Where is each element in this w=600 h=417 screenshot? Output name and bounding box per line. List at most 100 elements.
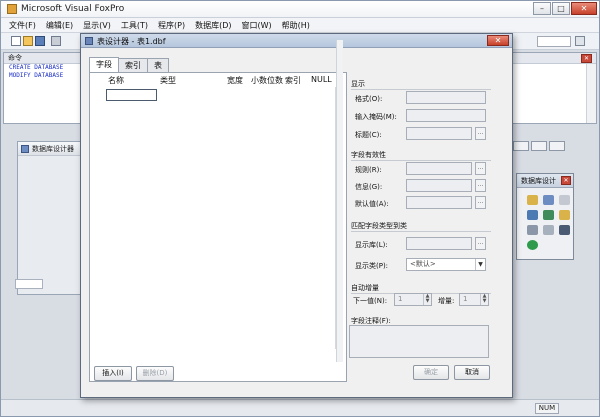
column-width: 宽度 xyxy=(227,76,243,85)
menu-window[interactable]: 窗口(W) xyxy=(241,18,271,32)
menu-help[interactable]: 帮助(H) xyxy=(282,18,310,32)
menu-view[interactable]: 显示(V) xyxy=(83,18,111,32)
dialog-title-bar: 表设计器 - 表1.dbf ✕ xyxy=(81,34,512,48)
step-field[interactable]: 1 ▲ ▼ xyxy=(459,293,489,306)
next-value-label: 下一值(N): xyxy=(353,297,388,305)
column-null: NULL xyxy=(311,75,332,84)
rule-builder-button[interactable]: … xyxy=(475,162,486,175)
insert-button[interactable]: 插入(I) xyxy=(94,366,132,381)
delete-button[interactable]: 删除(D) xyxy=(136,366,174,381)
tab-indexes[interactable]: 索引 xyxy=(118,58,148,72)
column-decimals: 小数位数 xyxy=(251,76,283,85)
field-name-input[interactable] xyxy=(106,89,157,101)
new-table-icon[interactable] xyxy=(527,195,538,205)
remote-view-icon[interactable] xyxy=(543,210,554,220)
autoinc-group-title: 自动增量 xyxy=(351,284,379,292)
next-value: 1 xyxy=(398,295,403,303)
display-library-label: 显示库(L): xyxy=(355,241,388,249)
command-scrollbar[interactable] xyxy=(586,64,596,123)
tab-table[interactable]: 表 xyxy=(147,58,169,72)
message-builder-button[interactable]: … xyxy=(475,179,486,192)
database-designer-label: 数据库设计器 xyxy=(32,145,74,153)
palette-title: 数据库设计 ✕ xyxy=(517,174,573,188)
rule-field[interactable] xyxy=(406,162,472,175)
palette-close-icon[interactable]: ✕ xyxy=(561,176,571,185)
dialog-close-button[interactable]: ✕ xyxy=(487,35,509,46)
chevron-down-icon[interactable]: ▼ xyxy=(475,259,485,270)
display-group-divider xyxy=(351,89,491,90)
toolbar-extra-icon[interactable] xyxy=(575,36,585,46)
default-label: 默认值(A): xyxy=(355,200,389,208)
format-label: 格式(O): xyxy=(355,95,383,103)
browse-table-icon[interactable] xyxy=(559,225,570,235)
designer-minimize-button[interactable] xyxy=(513,141,529,151)
dialog-scrollbar[interactable] xyxy=(336,40,343,362)
minimized-window[interactable] xyxy=(15,279,43,289)
step-label: 增量: xyxy=(438,297,455,305)
menu-edit[interactable]: 编辑(E) xyxy=(46,18,73,32)
menu-tools[interactable]: 工具(T) xyxy=(121,18,148,32)
table-icon xyxy=(85,37,93,45)
edit-view-icon[interactable] xyxy=(559,210,570,220)
remove-table-icon[interactable] xyxy=(559,195,570,205)
dialog-tabs: 字段 索引 表 xyxy=(89,57,169,73)
message-label: 信息(G): xyxy=(355,183,383,191)
designer-restore-button[interactable] xyxy=(531,141,547,151)
print-icon[interactable] xyxy=(51,36,61,46)
open-folder-icon[interactable] xyxy=(23,36,33,46)
caption-field[interactable] xyxy=(406,127,472,140)
modify-table-icon[interactable] xyxy=(527,240,538,250)
field-grid-header: 名称 类型 宽度 小数位数 索引 NULL xyxy=(90,75,346,85)
num-lock-indicator: NUM xyxy=(535,403,559,414)
display-class-select[interactable]: <默认> ▼ xyxy=(406,258,486,271)
database-designer-toolbar: 数据库设计 ✕ xyxy=(516,173,574,260)
tab-fields[interactable]: 字段 xyxy=(89,57,119,72)
new-view-icon[interactable] xyxy=(527,210,538,220)
close-button[interactable]: ✕ xyxy=(571,2,597,15)
display-class-value: <默认> xyxy=(410,260,436,268)
menu-program[interactable]: 程序(P) xyxy=(158,18,185,32)
next-value-field[interactable]: 1 ▲ ▼ xyxy=(394,293,432,306)
minimize-button[interactable]: – xyxy=(533,2,551,15)
app-title: Microsoft Visual FoxPro xyxy=(21,4,125,14)
maximize-button[interactable]: □ xyxy=(552,2,570,15)
field-comment-box[interactable] xyxy=(349,325,489,358)
save-icon[interactable] xyxy=(35,36,45,46)
menu-bar: 文件(F) 编辑(E) 显示(V) 工具(T) 程序(P) 数据库(D) 窗口(… xyxy=(1,18,599,33)
dialog-title: 表设计器 - 表1.dbf xyxy=(97,37,166,46)
validation-group-divider xyxy=(351,160,491,161)
stored-procedure-icon[interactable] xyxy=(527,225,538,235)
database-designer-window: 数据库设计器 xyxy=(17,141,83,295)
database-icon xyxy=(21,145,29,153)
mapping-group-divider xyxy=(351,231,491,232)
toolbar-dropdown[interactable] xyxy=(537,36,571,47)
step-value: 1 xyxy=(463,295,468,303)
spin-arrows-icon[interactable]: ▲ ▼ xyxy=(480,294,488,305)
designer-close-button[interactable] xyxy=(549,141,565,151)
add-table-icon[interactable] xyxy=(543,195,554,205)
window-controls: – □ ✕ xyxy=(533,2,597,15)
format-field[interactable] xyxy=(406,91,486,104)
field-grid[interactable] xyxy=(94,87,340,349)
foxpro-logo-icon xyxy=(7,4,17,14)
display-library-button[interactable]: … xyxy=(475,237,486,250)
menu-database[interactable]: 数据库(D) xyxy=(195,18,231,32)
status-bar: NUM xyxy=(1,399,599,416)
message-field[interactable] xyxy=(406,179,472,192)
mapping-group-title: 匹配字段类型到类 xyxy=(351,222,407,230)
spin-arrows-icon[interactable]: ▲ ▼ xyxy=(423,294,431,305)
ok-button[interactable]: 确定 xyxy=(413,365,449,380)
display-group-title: 显示 xyxy=(351,80,365,88)
default-builder-button[interactable]: … xyxy=(475,196,486,209)
display-library-field[interactable] xyxy=(406,237,472,250)
command-close-icon[interactable]: ✕ xyxy=(581,54,592,63)
menu-file[interactable]: 文件(F) xyxy=(9,18,36,32)
connections-icon[interactable] xyxy=(543,225,554,235)
input-mask-label: 输入掩码(M): xyxy=(355,113,397,121)
caption-builder-button[interactable]: … xyxy=(475,127,486,140)
validation-group-title: 字段有效性 xyxy=(351,151,386,159)
default-field[interactable] xyxy=(406,196,472,209)
cancel-button[interactable]: 取消 xyxy=(454,365,490,380)
new-file-icon[interactable] xyxy=(11,36,21,46)
input-mask-field[interactable] xyxy=(406,109,486,122)
